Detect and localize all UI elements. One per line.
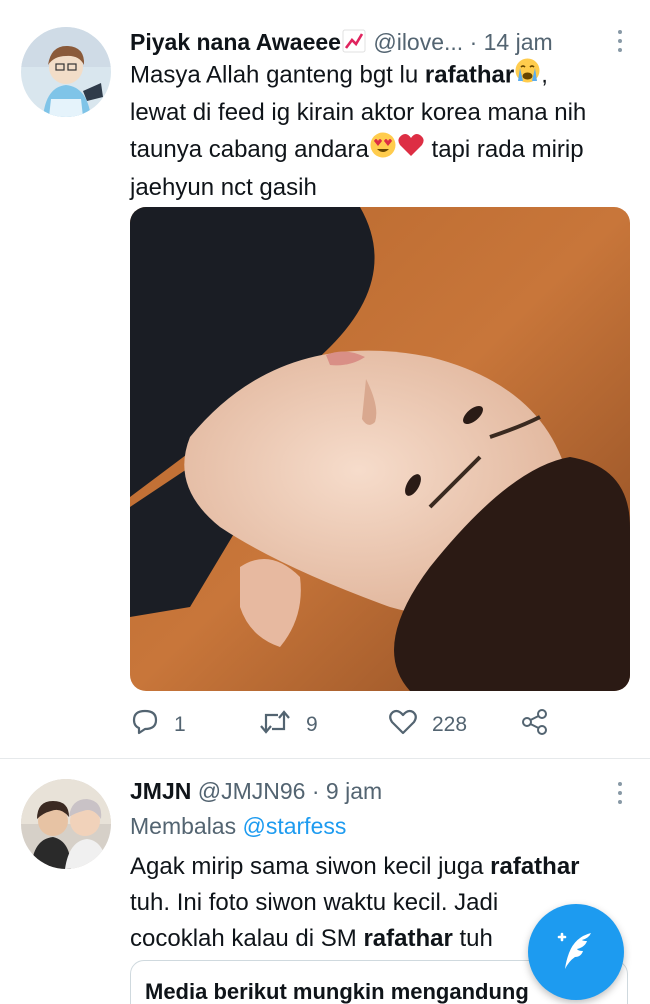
tweet-header: JMJN @JMJN96 · 9 jam bbox=[130, 778, 382, 805]
user-handle[interactable]: @ilove... bbox=[373, 29, 463, 55]
compose-tweet-icon bbox=[551, 925, 601, 980]
heart-icon bbox=[388, 708, 418, 742]
crying-face-emoji-icon bbox=[514, 57, 541, 95]
tweet-text: Masya Allah ganteng bgt lu rafathar, lew… bbox=[130, 57, 630, 206]
like-button[interactable]: 228 bbox=[388, 705, 467, 745]
text-line-2: lewat di feed ig kirain aktor korea mana… bbox=[130, 99, 587, 126]
separator-dot: · bbox=[469, 29, 478, 56]
share-button[interactable] bbox=[520, 705, 550, 745]
reply-icon bbox=[130, 707, 160, 743]
text-line-2: tuh. Ini foto siwon waktu kecil. Jadi bbox=[130, 889, 499, 916]
tweet-photo[interactable] bbox=[130, 207, 630, 691]
tweet-actions: 1 9 228 bbox=[130, 705, 620, 745]
like-count: 228 bbox=[432, 713, 468, 736]
share-icon bbox=[520, 707, 550, 743]
red-heart-emoji-icon bbox=[397, 132, 425, 169]
retweet-button[interactable]: 9 bbox=[258, 705, 318, 745]
reply-count: 1 bbox=[174, 713, 186, 736]
timestamp[interactable]: 14 jam bbox=[484, 29, 553, 55]
text-line-3: taunya cabang andara bbox=[130, 135, 369, 163]
user-handle[interactable]: @JMJN96 bbox=[198, 778, 306, 804]
heart-eyes-emoji-icon bbox=[369, 131, 397, 170]
text-line-1: Agak mirip sama siwon kecil juga bbox=[130, 853, 491, 880]
display-name[interactable]: JMJN bbox=[130, 778, 191, 804]
retweet-icon bbox=[258, 707, 292, 743]
more-vertical-icon[interactable] bbox=[618, 782, 624, 804]
keyword-rafathar: rafathar bbox=[490, 853, 580, 880]
tweet-card[interactable]: Piyak nana Awaeee @ilove... · 14 jam Mas… bbox=[0, 0, 650, 759]
display-name[interactable]: Piyak nana Awaeee bbox=[130, 29, 341, 55]
text-line-4: jaehyun nct gasih bbox=[130, 174, 317, 201]
keyword-rafathar: rafathar bbox=[363, 925, 453, 952]
reply-context: Membalas @starfess bbox=[130, 813, 346, 840]
text-line-3b: tapi rada mirip bbox=[424, 135, 584, 163]
keyword-rafathar: rafathar bbox=[424, 61, 515, 89]
warning-text: Media berikut mungkin mengandung bbox=[145, 979, 529, 1004]
avatar[interactable] bbox=[21, 27, 111, 117]
reply-to-link[interactable]: @starfess bbox=[242, 813, 346, 839]
timestamp[interactable]: 9 jam bbox=[326, 778, 382, 804]
avatar[interactable] bbox=[21, 779, 111, 869]
retweet-count: 9 bbox=[306, 713, 318, 736]
more-vertical-icon[interactable] bbox=[618, 30, 624, 52]
text-line-3: cocoklah kalau di SM bbox=[130, 925, 364, 952]
compose-tweet-button[interactable] bbox=[528, 904, 624, 1000]
chart-increasing-emoji-icon bbox=[341, 28, 367, 60]
text-line-1: Masya Allah ganteng bgt lu bbox=[130, 61, 425, 89]
separator-dot: · bbox=[311, 778, 320, 804]
tweet-header: Piyak nana Awaeee @ilove... · 14 jam bbox=[130, 28, 553, 60]
reply-prefix: Membalas bbox=[130, 813, 243, 839]
text-line-3c: tuh bbox=[452, 925, 493, 952]
text-punct: , bbox=[541, 61, 548, 89]
reply-button[interactable]: 1 bbox=[130, 705, 186, 745]
